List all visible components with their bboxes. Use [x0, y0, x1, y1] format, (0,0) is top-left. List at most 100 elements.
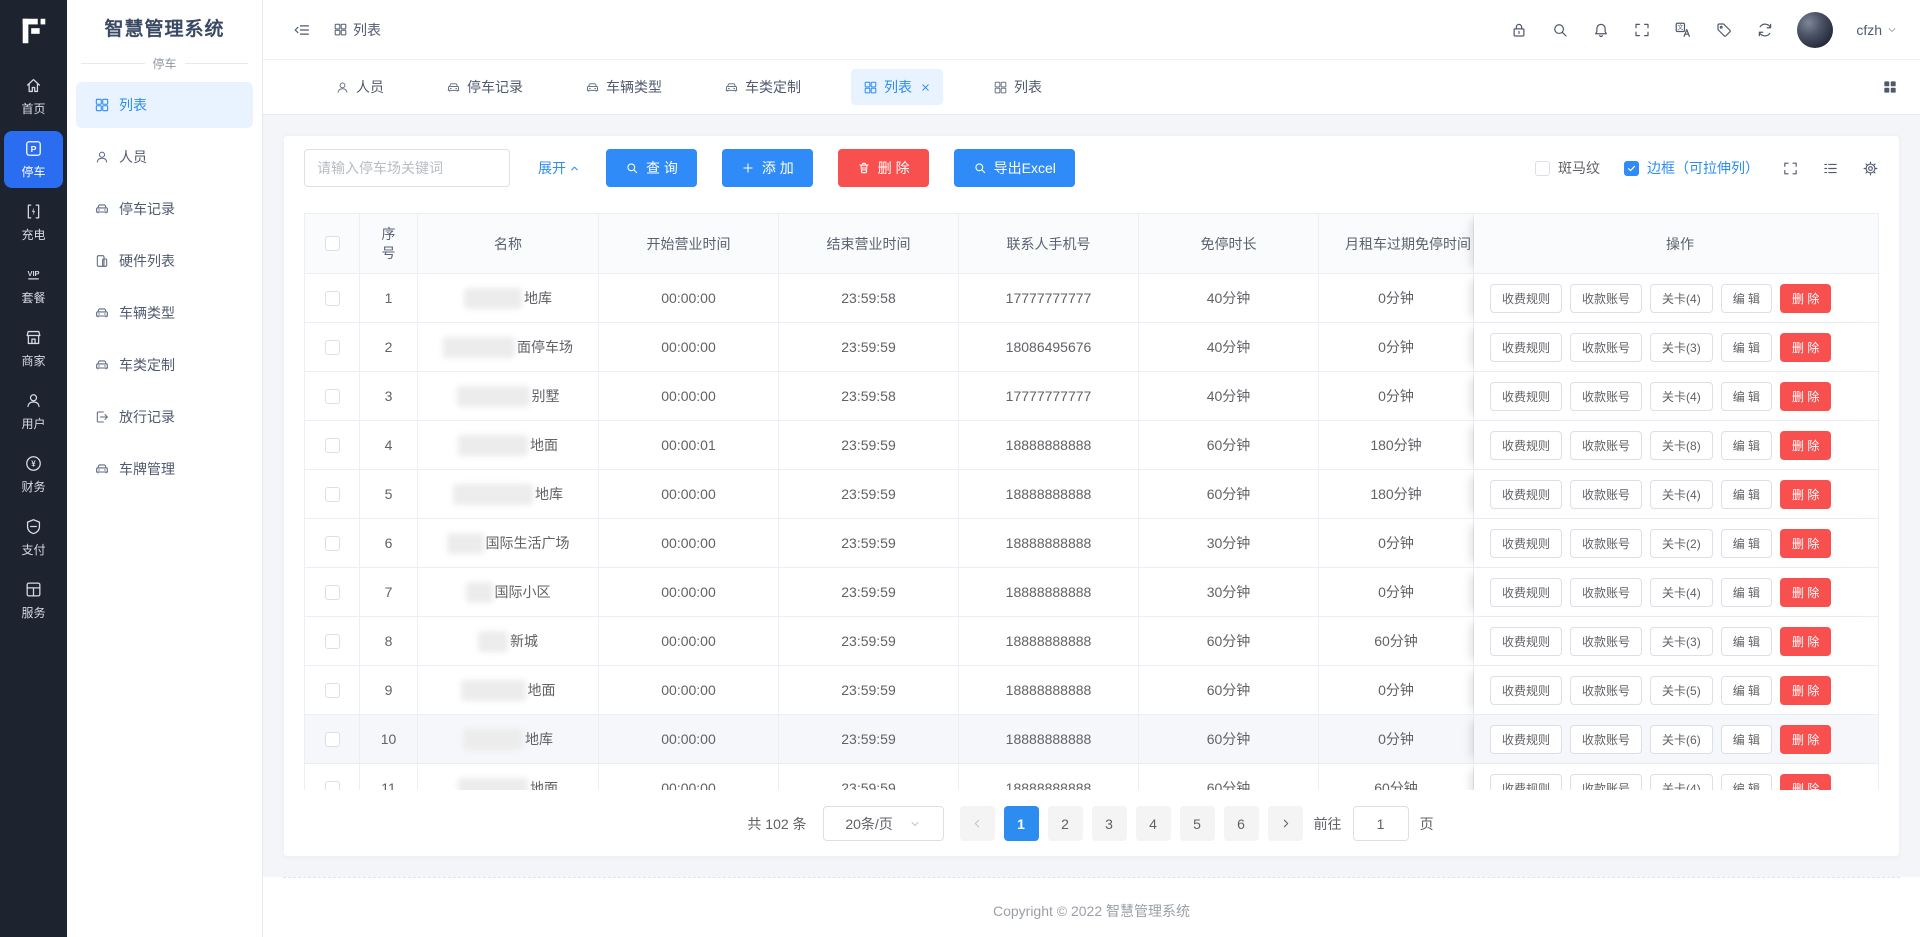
toolbar-button[interactable]: 导出Excel [954, 149, 1075, 187]
fee-rules-button[interactable]: 收费规则 [1490, 431, 1562, 460]
page-number-button[interactable]: 2 [1048, 806, 1083, 841]
gates-button[interactable]: 关卡(5) [1650, 676, 1713, 705]
gates-button[interactable]: 关卡(6) [1650, 725, 1713, 754]
bell-icon[interactable] [1592, 21, 1610, 39]
tab[interactable]: 列表 [851, 69, 943, 105]
sidebar-item[interactable]: 人员 [76, 134, 253, 180]
delete-button[interactable]: 删 除 [1780, 284, 1831, 313]
gates-button[interactable]: 关卡(4) [1650, 284, 1713, 313]
row-checkbox[interactable] [325, 291, 340, 306]
zebra-checkbox[interactable]: 斑马纹 [1535, 158, 1600, 178]
fee-rules-button[interactable]: 收费规则 [1490, 725, 1562, 754]
delete-button[interactable]: 删 除 [1780, 529, 1831, 558]
row-checkbox[interactable] [325, 536, 340, 551]
row-checkbox[interactable] [325, 781, 340, 791]
row-checkbox[interactable] [325, 585, 340, 600]
toolbar-button[interactable]: 添 加 [722, 149, 813, 187]
row-checkbox[interactable] [325, 732, 340, 747]
delete-button[interactable]: 删 除 [1780, 382, 1831, 411]
payment-account-button[interactable]: 收款账号 [1570, 578, 1642, 607]
fee-rules-button[interactable]: 收费规则 [1490, 774, 1562, 791]
page-number-button[interactable]: 6 [1224, 806, 1259, 841]
goto-page-input[interactable] [1353, 806, 1409, 841]
gates-button[interactable]: 关卡(3) [1650, 627, 1713, 656]
next-page-button[interactable] [1268, 806, 1303, 841]
payment-account-button[interactable]: 收款账号 [1570, 333, 1642, 362]
delete-button[interactable]: 删 除 [1780, 774, 1831, 791]
collapse-sidebar-icon[interactable] [293, 21, 311, 39]
fee-rules-button[interactable]: 收费规则 [1490, 284, 1562, 313]
fee-rules-button[interactable]: 收费规则 [1490, 676, 1562, 705]
expand-toggle[interactable]: 展开 [538, 158, 580, 178]
row-checkbox[interactable] [325, 683, 340, 698]
sidebar-item[interactable]: 车牌管理 [76, 446, 253, 492]
rail-item[interactable]: 充电 [4, 194, 63, 251]
rail-item[interactable]: 服务 [4, 572, 63, 629]
fee-rules-button[interactable]: 收费规则 [1490, 480, 1562, 509]
row-checkbox[interactable] [325, 487, 340, 502]
payment-account-button[interactable]: 收款账号 [1570, 774, 1642, 791]
search-input[interactable] [304, 149, 510, 187]
page-number-button[interactable]: 4 [1136, 806, 1171, 841]
edit-button[interactable]: 编 辑 [1721, 627, 1772, 656]
fee-rules-button[interactable]: 收费规则 [1490, 382, 1562, 411]
page-size-select[interactable]: 20条/页 [823, 806, 944, 841]
delete-button[interactable]: 删 除 [1780, 333, 1831, 362]
lock-icon[interactable] [1510, 21, 1528, 39]
fullscreen-icon[interactable] [1633, 21, 1651, 39]
payment-account-button[interactable]: 收款账号 [1570, 480, 1642, 509]
sidebar-item[interactable]: 停车记录 [76, 186, 253, 232]
edit-button[interactable]: 编 辑 [1721, 333, 1772, 362]
fee-rules-button[interactable]: 收费规则 [1490, 333, 1562, 362]
gates-button[interactable]: 关卡(4) [1650, 774, 1713, 791]
edit-button[interactable]: 编 辑 [1721, 284, 1772, 313]
rail-item[interactable]: 首页 [4, 68, 63, 125]
payment-account-button[interactable]: 收款账号 [1570, 676, 1642, 705]
payment-account-button[interactable]: 收款账号 [1570, 529, 1642, 558]
close-tab-icon[interactable] [920, 82, 931, 93]
border-checkbox[interactable]: 边框（可拉伸列） [1624, 158, 1759, 178]
sidebar-item[interactable]: 列表 [76, 82, 253, 128]
table-columns-icon[interactable] [1822, 160, 1839, 177]
rail-item[interactable]: 支付 [4, 509, 63, 566]
tab[interactable]: 车类定制 [712, 69, 813, 105]
delete-button[interactable]: 删 除 [1780, 431, 1831, 460]
row-checkbox[interactable] [325, 340, 340, 355]
user-menu[interactable]: cfzh [1856, 22, 1898, 38]
edit-button[interactable]: 编 辑 [1721, 725, 1772, 754]
fee-rules-button[interactable]: 收费规则 [1490, 578, 1562, 607]
select-all-checkbox[interactable] [325, 236, 340, 251]
gates-button[interactable]: 关卡(4) [1650, 578, 1713, 607]
gates-button[interactable]: 关卡(4) [1650, 382, 1713, 411]
gates-button[interactable]: 关卡(2) [1650, 529, 1713, 558]
edit-button[interactable]: 编 辑 [1721, 676, 1772, 705]
delete-button[interactable]: 删 除 [1780, 725, 1831, 754]
rail-item[interactable]: 财务 [4, 446, 63, 503]
toolbar-button[interactable]: 删 除 [838, 149, 929, 187]
rail-item[interactable]: 商家 [4, 320, 63, 377]
row-checkbox[interactable] [325, 634, 340, 649]
sidebar-item[interactable]: 车类定制 [76, 342, 253, 388]
edit-button[interactable]: 编 辑 [1721, 774, 1772, 791]
gates-button[interactable]: 关卡(3) [1650, 333, 1713, 362]
sidebar-item[interactable]: 硬件列表 [76, 238, 253, 284]
page-number-button[interactable]: 5 [1180, 806, 1215, 841]
tab[interactable]: 停车记录 [434, 69, 535, 105]
fee-rules-button[interactable]: 收费规则 [1490, 529, 1562, 558]
toolbar-button[interactable]: 查 询 [606, 149, 697, 187]
delete-button[interactable]: 删 除 [1780, 480, 1831, 509]
table-settings-icon[interactable] [1862, 160, 1879, 177]
delete-button[interactable]: 删 除 [1780, 627, 1831, 656]
tag-icon[interactable] [1715, 21, 1733, 39]
gates-button[interactable]: 关卡(4) [1650, 480, 1713, 509]
refresh-icon[interactable] [1756, 21, 1774, 39]
row-checkbox[interactable] [325, 389, 340, 404]
table-fullscreen-icon[interactable] [1782, 160, 1799, 177]
rail-item[interactable]: 停车 [4, 131, 63, 188]
edit-button[interactable]: 编 辑 [1721, 382, 1772, 411]
search-icon[interactable] [1551, 21, 1569, 39]
edit-button[interactable]: 编 辑 [1721, 529, 1772, 558]
prev-page-button[interactable] [960, 806, 995, 841]
payment-account-button[interactable]: 收款账号 [1570, 382, 1642, 411]
payment-account-button[interactable]: 收款账号 [1570, 725, 1642, 754]
